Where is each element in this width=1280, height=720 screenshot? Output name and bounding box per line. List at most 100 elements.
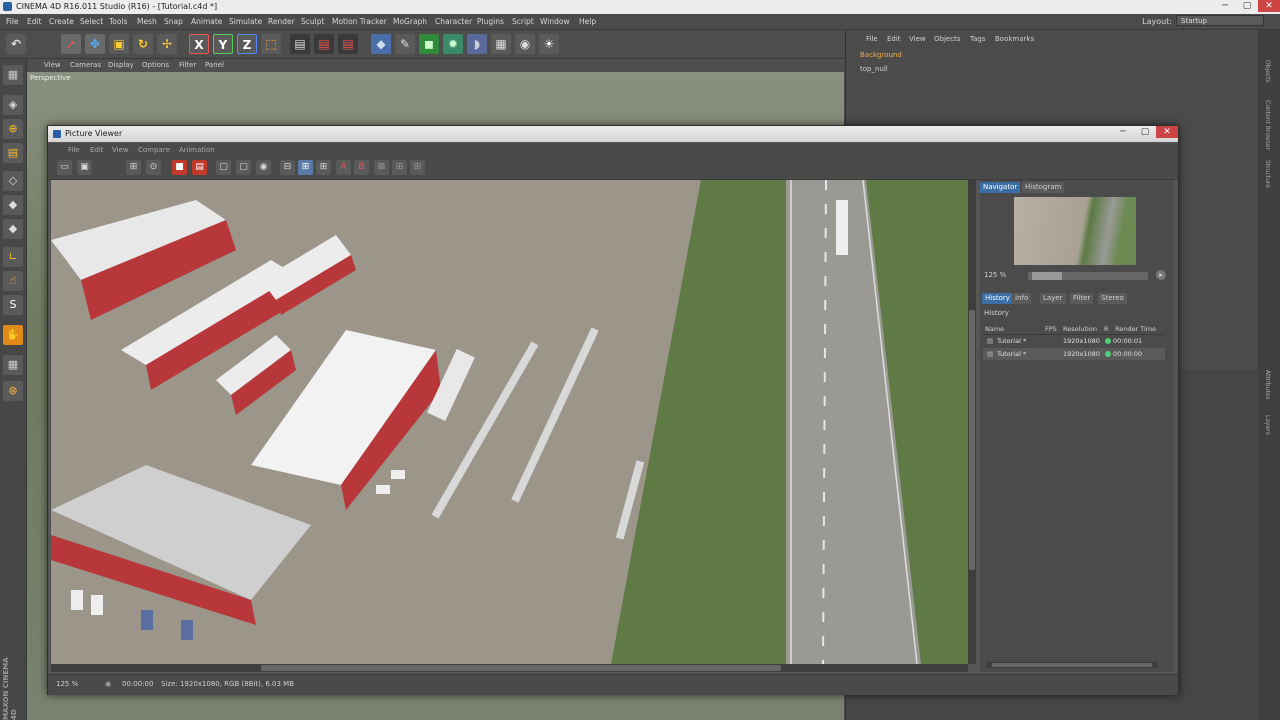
menu-simulate[interactable]: Simulate [229,17,262,26]
status-zoom[interactable]: 125 % [56,680,78,688]
viewport-menu-panel[interactable]: Panel [205,61,224,69]
texture-mode-icon[interactable]: ⊕ [3,119,23,139]
objmgr-menu-objects[interactable]: Objects [934,35,960,43]
cube-icon[interactable]: ◆ [371,34,391,54]
light-icon[interactable]: ☀ [539,34,559,54]
polygons-mode-icon[interactable]: ◆ [3,219,23,239]
menu-create[interactable]: Create [49,17,74,26]
render-icon[interactable]: ▤ [192,160,207,175]
red-channel-icon[interactable]: A [336,160,351,175]
tab-histogram[interactable]: Histogram [1022,182,1065,193]
menu-sculpt[interactable]: Sculpt [301,17,324,26]
menu-select[interactable]: Select [80,17,103,26]
side-tab-layers[interactable]: Layers [1264,415,1271,435]
edges-mode-icon[interactable]: ◆ [3,195,23,215]
camera-icon[interactable]: ◉ [515,34,535,54]
side-tab-objects[interactable]: Objects [1264,60,1271,83]
tab-info[interactable]: Info [1012,293,1032,304]
render-settings-icon[interactable]: ▤ [338,34,358,54]
viewport-menu-filter[interactable]: Filter [179,61,196,69]
open-icon[interactable]: ▭ [57,160,72,175]
pv-minimize-icon[interactable]: ─ [1112,126,1134,138]
pv-menu-file[interactable]: File [68,146,80,154]
menu-window[interactable]: Window [540,17,570,26]
menu-render[interactable]: Render [268,17,295,26]
viewport-menu-view[interactable]: View [44,61,61,69]
array-icon[interactable]: ✹ [443,34,463,54]
hscroll-thumb[interactable] [261,665,781,671]
object-row-top-null[interactable]: top_null [860,65,888,73]
menu-file[interactable]: File [6,17,19,26]
rotate-icon[interactable]: ↻ [133,34,153,54]
maximize-icon[interactable]: ▢ [1236,0,1258,12]
tab-navigator[interactable]: Navigator [980,182,1021,193]
navigator-zoom-slider[interactable] [1028,272,1148,280]
play-icon[interactable]: ◉ [105,680,111,688]
pv-menu-view[interactable]: View [112,146,129,154]
points-mode-icon[interactable]: ◇ [3,171,23,191]
viewport-menu-display[interactable]: Display [108,61,134,69]
scale-icon[interactable]: ▣ [109,34,129,54]
x-axis-icon[interactable]: X [189,34,209,54]
deformer-icon[interactable]: ◗ [467,34,487,54]
coordinate-system-icon[interactable]: ⬚ [261,34,281,54]
model-mode-icon[interactable]: ◈ [3,95,23,115]
pv-maximize-icon[interactable]: ▢ [1134,126,1156,138]
menu-motion-tracker[interactable]: Motion Tracker [332,17,387,26]
sculpt-icon[interactable]: ✋ [3,325,23,345]
channel-icon[interactable]: ◉ [256,160,271,175]
col-render-time[interactable]: Render Time [1115,325,1156,333]
menu-plugins[interactable]: Plugins [477,17,504,26]
history-scroll-thumb[interactable] [992,663,1152,667]
green-channel-icon[interactable]: B [354,160,369,175]
y-axis-icon[interactable]: Y [213,34,233,54]
object-row-background[interactable]: Background [860,51,902,59]
objmgr-menu-file[interactable]: File [866,35,878,43]
side-tab-content-browser[interactable]: Content Browser [1264,100,1271,150]
tweak-icon[interactable]: ☝ [3,271,23,291]
viewport-menu-cameras[interactable]: Cameras [70,61,101,69]
layout-select[interactable]: Startup [1176,15,1264,26]
menu-animate[interactable]: Animate [191,17,222,26]
side-tab-attributes[interactable]: Attributes [1264,370,1271,400]
objmgr-menu-view[interactable]: View [909,35,926,43]
fit-icon[interactable]: ⊟ [280,160,295,175]
pen-spline-icon[interactable]: ✎ [395,34,415,54]
menu-mograph[interactable]: MoGraph [393,17,427,26]
rendered-image[interactable] [51,180,968,664]
side-tab-structure[interactable]: Structure [1264,160,1271,188]
workplane-icon[interactable]: ▤ [3,143,23,163]
menu-tools[interactable]: Tools [109,17,127,26]
move-icon[interactable]: ✥ [85,34,105,54]
stereo-icon[interactable]: ⊠ [374,160,389,175]
save-icon[interactable]: ▣ [77,160,92,175]
zoom-arrow-icon[interactable]: ▸ [1156,270,1166,280]
col-r[interactable]: R [1104,325,1109,333]
grid-view-icon[interactable]: ⊞ [316,160,331,175]
col-resolution[interactable]: Resolution [1063,325,1097,333]
tab-layer[interactable]: Layer [1040,293,1066,304]
swap-icon[interactable]: ▢ [236,160,251,175]
display-mode-icon[interactable]: ⊞ [298,160,313,175]
col-name[interactable]: Name [985,325,1004,333]
layers-icon[interactable]: ⊞ [410,160,425,175]
tab-history[interactable]: History [982,293,1013,304]
pv-menu-compare[interactable]: Compare [138,146,170,154]
history-row[interactable]: ▤ Tutorial * 1920x1080 00:00:00 [983,348,1165,360]
transform-icon[interactable]: ✢ [157,34,177,54]
vscroll-thumb[interactable] [969,310,975,570]
objmgr-menu-edit[interactable]: Edit [887,35,901,43]
close-icon[interactable]: ✕ [1258,0,1280,12]
image-horizontal-scrollbar[interactable] [51,664,968,672]
render-view-icon[interactable]: ▤ [290,34,310,54]
image-vertical-scrollbar[interactable] [968,180,976,664]
axis-mode-icon[interactable]: ∟ [3,247,23,267]
menu-help[interactable]: Help [579,17,596,26]
floor-icon[interactable]: ▦ [491,34,511,54]
minimize-icon[interactable]: ─ [1214,0,1236,12]
objmgr-menu-tags[interactable]: Tags [970,35,986,43]
history-row[interactable]: ▤ Tutorial * 1920x1080 00:00:01 [983,335,1165,347]
split-icon[interactable]: ⊞ [392,160,407,175]
live-selection-icon[interactable]: ➚ [61,34,81,54]
stop-render-icon[interactable]: ■ [172,160,187,175]
